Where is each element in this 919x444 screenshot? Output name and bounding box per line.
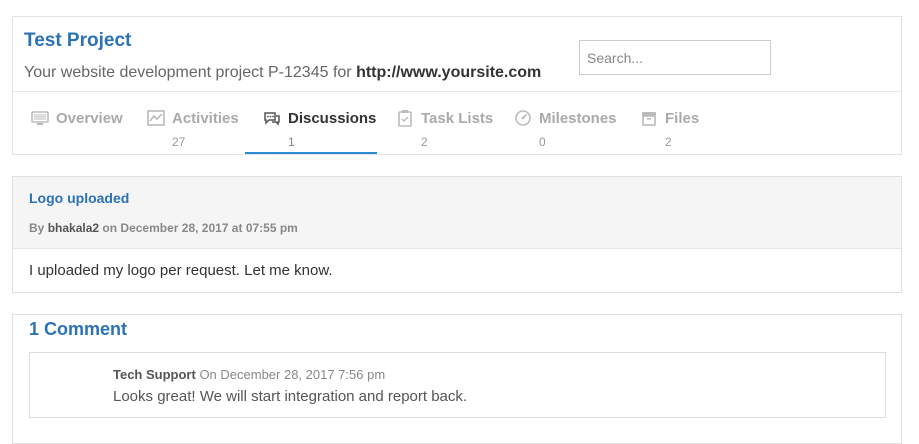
discussion-body: I uploaded my logo per request. Let me k… — [29, 262, 333, 279]
gauge-icon — [514, 109, 532, 127]
tabs-divider — [13, 91, 901, 92]
discussion-meta: By bhakala2 on December 28, 2017 at 07:5… — [29, 221, 298, 235]
discussion-card: Logo uploaded By bhakala2 on December 28… — [12, 176, 902, 293]
discussion-by-label: By — [29, 221, 45, 235]
activity-chart-icon — [147, 109, 165, 127]
comment-meta: Tech Support On December 28, 2017 7:56 p… — [113, 367, 385, 382]
tab-label: Activities — [172, 109, 239, 127]
comment-date: On December 28, 2017 7:56 pm — [199, 367, 386, 382]
active-tab-indicator — [245, 152, 377, 154]
comment-item: Tech Support On December 28, 2017 7:56 p… — [29, 352, 886, 418]
tab-count: 2 — [665, 135, 672, 149]
comment-text: Looks great! We will start integration a… — [113, 388, 468, 405]
project-header: Test Project Your website development pr… — [12, 16, 902, 155]
tab-label: Overview — [56, 109, 123, 127]
archive-icon — [640, 109, 658, 127]
tab-files[interactable]: Files 2 — [640, 97, 720, 155]
monitor-icon — [31, 109, 49, 127]
comment-author: Tech Support — [113, 367, 196, 382]
tab-count: 27 — [172, 135, 186, 149]
tab-activities[interactable]: Activities 27 — [147, 97, 247, 155]
discussion-header: Logo uploaded By bhakala2 on December 28… — [13, 177, 901, 249]
tab-label: Discussions — [288, 109, 377, 127]
project-description-text: Your website development project P-12345… — [24, 64, 357, 81]
project-title: Test Project — [24, 30, 132, 51]
discussion-date: on December 28, 2017 at 07:55 pm — [102, 221, 298, 235]
tab-task-lists[interactable]: Task Lists 2 — [396, 97, 506, 155]
tab-count: 1 — [288, 135, 295, 149]
tab-overview[interactable]: Overview — [31, 97, 131, 155]
comments-section: 1 Comment Tech Support On December 28, 2… — [12, 314, 902, 444]
chat-bubbles-icon — [263, 109, 281, 127]
tab-count: 0 — [539, 135, 546, 149]
comments-heading: 1 Comment — [29, 319, 128, 339]
project-description: Your website development project P-12345… — [24, 64, 541, 82]
tab-milestones[interactable]: Milestones 0 — [514, 97, 629, 155]
discussion-author: bhakala2 — [47, 221, 100, 235]
tab-label: Files — [665, 109, 700, 127]
project-url: http://www.yoursite.com — [356, 64, 542, 81]
tab-label: Task Lists — [421, 109, 494, 127]
tab-discussions[interactable]: Discussions 1 — [263, 97, 383, 155]
discussion-title-link[interactable]: Logo uploaded — [29, 190, 129, 206]
tab-count: 2 — [421, 135, 428, 149]
tab-label: Milestones — [539, 109, 617, 127]
search-input[interactable] — [579, 40, 771, 75]
clipboard-icon — [396, 109, 414, 127]
